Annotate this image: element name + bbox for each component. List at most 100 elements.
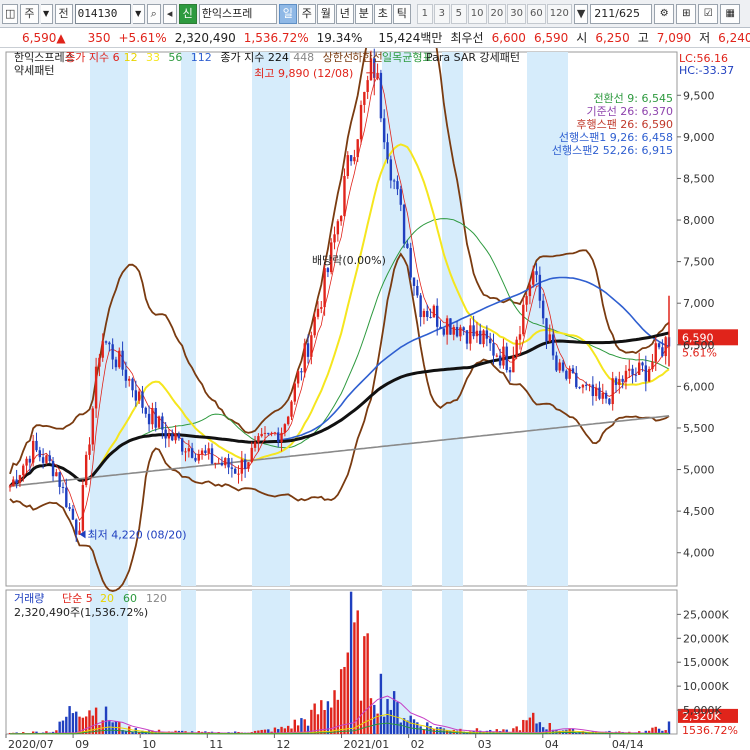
price-tick-label: 6,000	[683, 380, 715, 393]
candle-body	[435, 305, 439, 327]
candle-body	[88, 444, 91, 455]
candle-body	[608, 398, 611, 405]
chart-settings-icon[interactable]: ⚙	[654, 3, 675, 24]
period-tab[interactable]: 틱	[392, 3, 411, 24]
candle-body	[343, 176, 346, 217]
volume-bar	[525, 720, 528, 734]
candle-body	[475, 330, 479, 337]
volume-bar	[392, 691, 396, 734]
candle-body	[200, 450, 204, 455]
candle-body	[508, 370, 512, 373]
candle-body	[124, 369, 128, 381]
candle-body	[210, 448, 214, 464]
candle-body	[45, 455, 48, 463]
month-band	[252, 52, 290, 586]
volume-tick-label: 5,000K	[683, 704, 722, 717]
interval-button[interactable]: 60	[526, 3, 546, 24]
period-tab[interactable]: 일	[278, 3, 297, 24]
volume-bar	[426, 722, 429, 734]
layout-icon[interactable]: ◫	[2, 3, 19, 24]
candle-body	[300, 371, 303, 373]
candle-body	[644, 365, 648, 382]
x-tick-label: 2020/07	[8, 738, 54, 750]
hc-value: HC:-33.37	[679, 64, 734, 77]
candle-body	[177, 434, 181, 439]
grid-icon[interactable]: ▦	[720, 3, 741, 24]
chevron-down-icon[interactable]: ▼	[132, 3, 145, 24]
period-tab[interactable]: 분	[354, 3, 373, 24]
candle-body	[571, 368, 575, 373]
candle-body	[313, 316, 316, 336]
x-tick-label: 12	[276, 738, 290, 750]
price-legend-item: 112	[191, 51, 212, 64]
interval-button[interactable]: 30	[507, 3, 526, 24]
chart-type-button[interactable]: 주	[20, 3, 39, 24]
candle-body	[286, 416, 290, 425]
month-band	[181, 590, 196, 734]
stock-code-input[interactable]: 014130	[74, 3, 131, 24]
price-tick-label: 8,500	[683, 172, 715, 185]
volume-bar	[330, 707, 333, 734]
prev-button[interactable]: 전	[54, 3, 73, 24]
volume-legend-title: 거래량	[14, 592, 44, 605]
candle-body	[220, 462, 224, 466]
period-tab[interactable]: 주	[297, 3, 316, 24]
candle-body	[167, 433, 171, 439]
volume-tick-label: 15,000K	[683, 656, 729, 669]
candle-body	[548, 334, 551, 342]
candle-body	[194, 457, 197, 461]
candle-body	[399, 189, 402, 205]
candle-body	[637, 362, 641, 375]
candle-body	[323, 268, 326, 308]
period-tabs: 일주월년분초틱	[278, 3, 411, 24]
candle-body	[459, 327, 462, 337]
chart-area[interactable]: 최고 9,890 (12/08) 최저 4,220 (08/20) 배당락(0.00…	[0, 0, 750, 750]
volume-bar	[353, 622, 356, 734]
candle-body	[94, 366, 98, 409]
volume-legend-item: 20	[100, 592, 114, 605]
volume-bar	[379, 673, 383, 734]
candle-body	[346, 155, 349, 177]
candle-body	[190, 448, 194, 458]
speaker-icon[interactable]: ◂	[162, 3, 177, 24]
volume-pct: 1,536.72%	[243, 30, 309, 45]
checkbox-icon[interactable]: ☑	[698, 3, 719, 24]
chevron-down-icon[interactable]: ▼	[573, 3, 589, 24]
candle-body	[561, 362, 565, 371]
candle-body	[505, 346, 508, 371]
interval-button[interactable]: 120	[546, 3, 572, 24]
period-tab[interactable]: 월	[316, 3, 335, 24]
volume-bar	[419, 726, 422, 734]
candle-body	[118, 350, 121, 368]
period-tab[interactable]: 년	[335, 3, 354, 24]
stock-chart[interactable]: 최고 9,890 (12/08) 최저 4,220 (08/20) 배당락(0.00…	[0, 0, 750, 750]
low-label: 저	[699, 31, 711, 45]
candle-body	[339, 216, 343, 222]
interval-button[interactable]: 10	[467, 3, 487, 24]
volume-tick-label: 20,000K	[683, 632, 729, 645]
x-tick-label: 09	[75, 738, 89, 750]
period-tab[interactable]: 초	[373, 3, 392, 24]
interval-button[interactable]: 20	[487, 3, 507, 24]
price-legend-item: Para SAR 강세패턴	[426, 51, 520, 64]
volume-bar	[522, 719, 525, 734]
candle-body	[108, 342, 111, 345]
search-icon[interactable]: ⌕	[146, 3, 161, 24]
candle-body	[22, 465, 25, 476]
interval-button[interactable]: 1	[416, 3, 433, 24]
interval-button[interactable]: 5	[450, 3, 467, 24]
candle-body	[532, 271, 535, 285]
candle-body	[333, 234, 336, 243]
interval-button[interactable]: 3	[433, 3, 450, 24]
candle-body	[161, 416, 164, 430]
dividend-label: 배당락(0.00%)	[312, 254, 386, 267]
chevron-down-icon[interactable]: ▼	[40, 3, 53, 24]
candle-body	[217, 462, 220, 464]
indicator-icon[interactable]: ⊞	[676, 3, 697, 24]
candle-body	[65, 487, 68, 508]
candle-body	[664, 337, 667, 357]
ichimoku-value: 전환선 9: 6,545	[593, 92, 673, 105]
candle-body	[512, 356, 515, 373]
candle-body	[296, 371, 300, 384]
volume-bar	[373, 704, 376, 734]
